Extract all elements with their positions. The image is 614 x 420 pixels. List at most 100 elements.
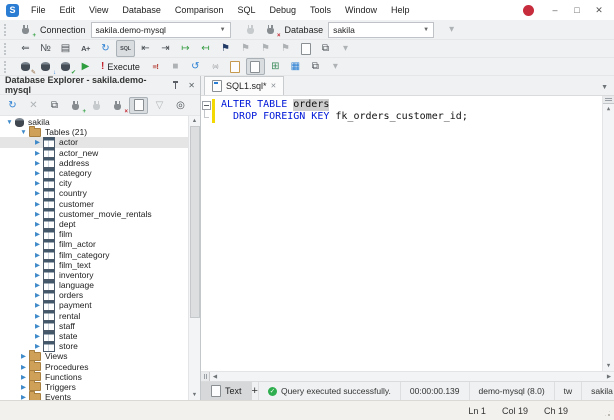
- commit-database-icon[interactable]: ✔: [56, 58, 76, 76]
- tree-item-state[interactable]: ▶ state: [0, 330, 200, 342]
- expand-arrow-icon[interactable]: ▶: [33, 261, 42, 269]
- tree-item-dept[interactable]: ▶ dept: [0, 218, 200, 230]
- tree-item-customer-movie-rentals[interactable]: ▶ customer_movie_rentals: [0, 208, 200, 220]
- scroll-up-icon[interactable]: ▲: [189, 116, 200, 126]
- collapse-arrow-icon[interactable]: ▼: [19, 129, 28, 136]
- new-sql-database-icon[interactable]: ✎: [16, 58, 36, 76]
- menu-tools[interactable]: Tools: [303, 0, 338, 20]
- query-history-icon[interactable]: ↺: [186, 58, 205, 75]
- expand-arrow-icon[interactable]: ▶: [33, 281, 42, 289]
- maximize-button[interactable]: □: [566, 0, 588, 20]
- menu-view[interactable]: View: [82, 0, 115, 20]
- tree-item-address[interactable]: ▶ address: [0, 157, 200, 169]
- editor-hscrollbar[interactable]: ◀ ▶: [201, 371, 614, 381]
- tree-item-payment[interactable]: ▶ payment: [0, 299, 200, 311]
- go-to-icon[interactable]: ⇐: [16, 40, 35, 57]
- window-cascade-icon[interactable]: ⧉: [316, 40, 335, 57]
- tree-item-inventory[interactable]: ▶ inventory: [0, 269, 200, 281]
- tree-item-country[interactable]: ▶ country: [0, 187, 200, 199]
- expand-arrow-icon[interactable]: ▶: [33, 179, 42, 187]
- resize-grip[interactable]: [603, 409, 612, 418]
- minimize-button[interactable]: –: [544, 0, 566, 20]
- format-sql-icon[interactable]: SQL: [116, 40, 135, 57]
- tree-item-staff[interactable]: ▶ staff: [0, 320, 200, 332]
- toolbar-grip[interactable]: [4, 60, 10, 73]
- new-window-icon[interactable]: ⧉: [306, 58, 325, 75]
- expand-arrow-icon[interactable]: ▶: [33, 240, 42, 248]
- expand-arrow-icon[interactable]: ▶: [19, 383, 28, 391]
- expand-arrow-icon[interactable]: ▶: [33, 220, 42, 228]
- refresh-icon[interactable]: ↻: [3, 97, 22, 114]
- execute-button[interactable]: ! Execute: [96, 58, 145, 75]
- save-snippet-icon[interactable]: [245, 58, 265, 75]
- new-connection-icon[interactable]: +: [66, 97, 86, 115]
- expand-arrow-icon[interactable]: ▶: [33, 291, 42, 299]
- scrollbar-thumb[interactable]: [190, 126, 200, 318]
- tree-item-orders[interactable]: ▶ orders: [0, 289, 200, 301]
- expand-arrow-icon[interactable]: ▶: [33, 332, 42, 340]
- database-select[interactable]: sakila ▼: [328, 21, 435, 38]
- bookmark-icon[interactable]: ⚑: [216, 40, 235, 57]
- tree-item-customer[interactable]: ▶ customer: [0, 198, 200, 210]
- expand-arrow-icon[interactable]: ▶: [33, 251, 42, 259]
- expand-arrow-icon[interactable]: ▶: [33, 169, 42, 177]
- next-bookmark-icon[interactable]: ⚑: [256, 40, 275, 57]
- expand-arrow-icon[interactable]: ▶: [33, 342, 42, 350]
- tree-item-actor-new[interactable]: ▶ actor_new: [0, 147, 200, 159]
- connection-overflow-icon[interactable]: ▾: [442, 21, 461, 38]
- tree-item-actor[interactable]: ▶ actor: [0, 136, 200, 148]
- tree-item-category[interactable]: ▶ category: [0, 167, 200, 179]
- scroll-down-icon[interactable]: ▼: [603, 361, 614, 371]
- parameters-icon[interactable]: (a): [206, 58, 225, 75]
- split-editor-handle[interactable]: [603, 96, 614, 104]
- decrease-indent-icon[interactable]: ⇤: [136, 40, 155, 57]
- account-avatar-icon[interactable]: [523, 4, 534, 16]
- connect-icon[interactable]: [241, 21, 260, 38]
- font-increase-icon[interactable]: A+: [76, 40, 95, 57]
- split-editor-handle[interactable]: [201, 372, 210, 381]
- query-profiler-icon[interactable]: ⊞: [266, 58, 285, 75]
- tree-item-city[interactable]: ▶ city: [0, 177, 200, 189]
- refresh-database-icon[interactable]: ↓: [36, 58, 56, 76]
- expand-arrow-icon[interactable]: ▶: [33, 210, 42, 218]
- new-document-icon[interactable]: [296, 40, 315, 57]
- uncomment-icon[interactable]: ↤: [196, 40, 215, 57]
- connection-select[interactable]: sakila.demo-mysql ▼: [90, 21, 231, 38]
- tree-item-film-actor[interactable]: ▶ film_actor: [0, 238, 200, 250]
- close-panel-icon[interactable]: ✕: [188, 81, 195, 90]
- expand-arrow-icon[interactable]: ▶: [33, 301, 42, 309]
- menu-window[interactable]: Window: [338, 0, 384, 20]
- menu-help[interactable]: Help: [384, 0, 417, 20]
- expand-arrow-icon[interactable]: ▶: [19, 363, 28, 371]
- delete-icon[interactable]: ✕: [24, 97, 43, 114]
- close-button[interactable]: ✕: [588, 0, 610, 20]
- expand-arrow-icon[interactable]: ▶: [33, 271, 42, 279]
- open-file-icon[interactable]: [226, 58, 245, 75]
- scroll-left-icon[interactable]: ◀: [210, 374, 220, 380]
- tree-scrollbar[interactable]: ▲ ▼: [188, 116, 200, 400]
- execute-overflow-icon[interactable]: ▾: [326, 58, 345, 75]
- toolbar-grip[interactable]: [4, 23, 10, 36]
- tab-sql1[interactable]: SQL1.sql* ✕: [204, 76, 285, 95]
- explorer-options-icon[interactable]: ◎: [171, 97, 190, 114]
- menu-sql[interactable]: SQL: [230, 0, 262, 20]
- expand-arrow-icon[interactable]: ▶: [33, 200, 42, 208]
- tree-item-film-text[interactable]: ▶ film_text: [0, 259, 200, 271]
- menu-debug[interactable]: Debug: [262, 0, 303, 20]
- document-outline-icon[interactable]: ▤: [56, 40, 75, 57]
- tab-list-chevron-icon[interactable]: ▼: [601, 84, 614, 95]
- tree-item-events[interactable]: ▶ Events: [0, 390, 200, 400]
- expand-arrow-icon[interactable]: ▶: [19, 373, 28, 381]
- tree-item-language[interactable]: ▶ language: [0, 279, 200, 291]
- tree-item-tables-21-[interactable]: ▼ Tables (21): [0, 125, 200, 137]
- comment-icon[interactable]: ↦: [176, 40, 195, 57]
- refresh-code-completion-icon[interactable]: ↻: [96, 40, 115, 57]
- tree-item-film[interactable]: ▶ film: [0, 228, 200, 240]
- menu-file[interactable]: File: [24, 0, 53, 20]
- expand-arrow-icon[interactable]: ▶: [33, 159, 42, 167]
- results-tab-text[interactable]: Text: [201, 382, 252, 400]
- execute-script-icon[interactable]: ≡!: [146, 58, 165, 75]
- menu-edit[interactable]: Edit: [53, 0, 83, 20]
- auto-hide-pin-icon[interactable]: [171, 80, 179, 90]
- disconnect-icon[interactable]: ×: [108, 97, 128, 115]
